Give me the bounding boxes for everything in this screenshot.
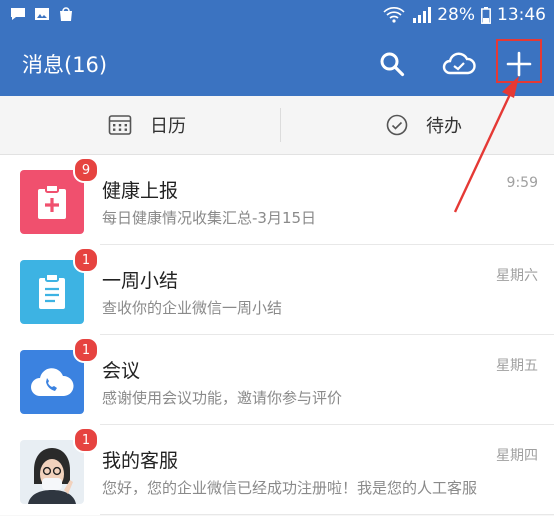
image-notification-icon: [35, 8, 49, 20]
clock: 13:46: [497, 5, 546, 25]
message-preview: 感谢使用会议功能，邀请你参与评价: [102, 389, 343, 407]
battery-percent: 28%: [437, 5, 475, 25]
message-time: 星期四: [496, 448, 538, 464]
calendar-icon: [108, 115, 132, 135]
message-row-weekly-summary[interactable]: 1 一周小结 查收你的企业微信一周小结 星期六: [0, 245, 554, 335]
signal-icon: [413, 7, 432, 23]
check-circle-icon: [386, 114, 408, 136]
message-title: 会议: [102, 360, 141, 382]
status-bar: 28% 13:46: [0, 0, 554, 31]
search-icon: [380, 52, 405, 77]
unread-badge: 9: [73, 157, 99, 183]
message-title: 一周小结: [102, 270, 179, 292]
tab-calendar[interactable]: 日历: [108, 96, 186, 154]
health-report-icon: [20, 170, 84, 234]
avatar-photo: [20, 440, 84, 504]
unread-badge: 1: [73, 427, 99, 453]
message-preview: 查收你的企业微信一周小结: [102, 299, 283, 317]
tab-divider: [280, 108, 281, 142]
message-list: 9 健康上报 每日健康情况收集汇总-3月15日 9:59 1 一周小结 查收你的…: [0, 155, 554, 515]
clipboard-icon: [20, 260, 84, 324]
message-title: 健康上报: [102, 180, 179, 202]
message-row-health-report[interactable]: 9 健康上报 每日健康情况收集汇总-3月15日 9:59: [0, 155, 554, 245]
cloud-phone-icon: [20, 350, 84, 414]
page-title: 消息(16): [22, 53, 108, 77]
quick-tabs: 日历 待办: [0, 96, 554, 155]
battery-icon: [481, 6, 491, 24]
tab-label: 待办: [426, 116, 462, 137]
cloud-button[interactable]: [440, 45, 478, 83]
wifi-icon: [383, 7, 405, 23]
row-divider: [100, 514, 554, 515]
message-row-customer-service[interactable]: 1 我的客服 您好，您的企业微信已经成功注册啦！我是您的人工客服 星期四: [0, 425, 554, 515]
annotation-highlight-box: [496, 39, 542, 83]
message-time: 星期五: [496, 358, 538, 374]
message-preview: 您好，您的企业微信已经成功注册啦！我是您的人工客服: [102, 479, 478, 497]
tab-todo[interactable]: 待办: [386, 96, 462, 154]
message-preview: 每日健康情况收集汇总-3月15日: [102, 209, 317, 227]
cloud-icon: [442, 52, 476, 75]
message-time: 9:59: [506, 175, 538, 191]
search-button[interactable]: [373, 45, 411, 83]
chat-notification-icon: [11, 8, 25, 20]
unread-badge: 1: [73, 337, 99, 363]
unread-badge: 1: [73, 247, 99, 273]
message-title: 我的客服: [102, 450, 179, 472]
app-header: 消息(16): [0, 31, 554, 96]
message-time: 星期六: [496, 268, 538, 284]
tab-label: 日历: [150, 116, 186, 137]
shopping-bag-icon: [60, 7, 72, 21]
message-row-meeting[interactable]: 1 会议 感谢使用会议功能，邀请你参与评价 星期五: [0, 335, 554, 425]
